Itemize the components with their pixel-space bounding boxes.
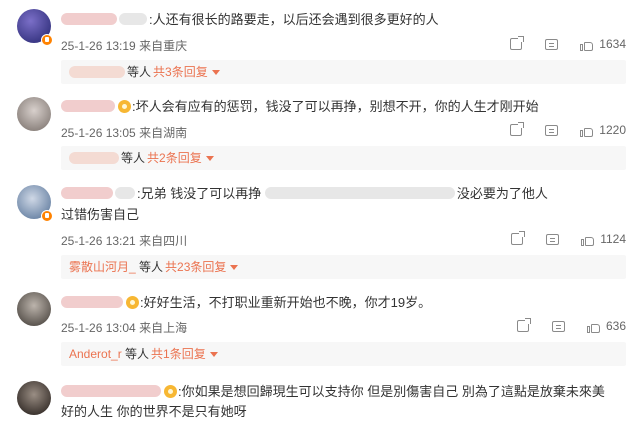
comment-actions: 1220 [510, 121, 626, 139]
reply-count-link[interactable]: 共2条回复 [147, 151, 202, 165]
username-redacted[interactable] [61, 13, 117, 25]
like-icon [586, 320, 600, 333]
reply-count-link[interactable]: 共23条回复 [165, 260, 226, 274]
reply-button[interactable] [546, 233, 560, 245]
reply-suffix: 等人 [121, 151, 146, 165]
like-icon [580, 38, 594, 51]
reply-suffix: 等人 [127, 65, 152, 79]
redacted-text [264, 187, 455, 199]
like-icon [581, 233, 595, 246]
comment-content-line2: 好的人生 你的世界不是只有她呀 [61, 404, 247, 419]
comment-text: :你如果是想回歸現生可以支持你 但是別傷害自己 別為了這點是放棄未來美 [61, 382, 605, 401]
like-button[interactable]: 636 [586, 319, 626, 333]
reply-count-link[interactable]: 共1条回复 [151, 347, 206, 361]
verified-badge-icon [41, 34, 53, 46]
reply-usernames[interactable]: Anderot_r [69, 347, 122, 361]
share-button[interactable] [510, 122, 525, 136]
share-button[interactable] [510, 36, 525, 50]
reply-summary[interactable]: 等人 共2条回复 [61, 146, 626, 170]
comment-meta: 25-1-26 13:19 来自重庆 [61, 37, 187, 54]
like-count: 1220 [599, 123, 626, 137]
reply-button[interactable] [545, 124, 559, 136]
comment-content-tail: 没必要为了他人 [456, 186, 548, 201]
comment-text: :人还有很长的路要走，以后还会遇到很多更好的人 [61, 10, 439, 29]
comment-feed: :人还有很长的路要走，以后还会遇到很多更好的人 25-1-26 13:19 来自… [0, 0, 643, 424]
verified-badge-icon [41, 210, 53, 222]
avatar[interactable] [17, 292, 51, 326]
caret-down-icon [209, 352, 218, 357]
share-icon [516, 318, 531, 332]
comment-meta: 25-1-26 13:21 来自四川 [61, 232, 187, 249]
comment-location: 来自上海 [139, 321, 188, 335]
comment-content: :兄弟 钱没了可以再挣 [137, 186, 265, 201]
username-redacted[interactable] [61, 385, 161, 397]
comment-actions: 1634 [510, 35, 626, 53]
reply-suffix: 等人 [135, 260, 164, 274]
like-button[interactable]: 1124 [581, 232, 626, 246]
comment-location: 来自重庆 [139, 39, 188, 53]
reply-usernames[interactable] [69, 152, 119, 164]
reply-button[interactable] [551, 320, 565, 332]
comment-location: 来自湖南 [139, 126, 188, 140]
comment-content-line2: 过错伤害自己 [61, 207, 140, 222]
reply-summary[interactable]: Anderot_r 等人 共1条回复 [61, 342, 626, 366]
emoji-icon [118, 100, 131, 113]
username-redacted [119, 13, 147, 25]
comment-text: :兄弟 钱没了可以再挣 没必要为了他人 [61, 184, 548, 203]
comment-location: 来自四川 [139, 234, 188, 248]
comment-icon [546, 233, 560, 245]
comment-time: 25-1-26 13:04 [61, 321, 136, 335]
comment-actions: 1124 [511, 230, 626, 248]
share-button[interactable] [511, 231, 526, 245]
like-count: 1634 [599, 37, 626, 51]
share-icon [510, 36, 525, 50]
comment-text: :好好生活，不打职业重新开始也不晚，你才19岁。 [61, 293, 431, 312]
like-icon [580, 124, 594, 137]
like-button[interactable]: 1220 [580, 123, 626, 137]
share-icon [511, 231, 526, 245]
emoji-icon [126, 296, 139, 309]
reply-suffix: 等人 [121, 347, 150, 361]
emoji-icon [164, 385, 177, 398]
comment-content: :你如果是想回歸現生可以支持你 但是別傷害自己 別為了這點是放棄未來美 [178, 384, 605, 399]
comment-content: :人还有很长的路要走，以后还会遇到很多更好的人 [149, 12, 439, 27]
comment-icon [545, 124, 559, 136]
like-count: 1124 [600, 232, 626, 246]
comment-text: :坏人会有应有的惩罚，钱没了可以再挣，别想不开，你的人生才刚开始 [61, 97, 539, 116]
comment-time: 25-1-26 13:05 [61, 126, 136, 140]
username-redacted [115, 187, 135, 199]
username-redacted[interactable] [61, 100, 115, 112]
comment-icon [545, 38, 559, 50]
like-count: 636 [605, 319, 626, 333]
avatar[interactable] [17, 381, 51, 415]
reply-count-link[interactable]: 共3条回复 [153, 65, 208, 79]
reply-summary[interactable]: 雾散山河月_ 等人 共23条回复 [61, 255, 626, 279]
comment-actions: 636 [516, 317, 626, 335]
comment-icon [551, 320, 565, 332]
username-redacted[interactable] [61, 187, 113, 199]
caret-down-icon [230, 265, 239, 270]
reply-usernames[interactable]: 雾散山河月_ [69, 260, 136, 274]
reply-usernames[interactable] [69, 66, 125, 78]
comment-meta: 25-1-26 13:04 来自上海 [61, 319, 187, 336]
like-button[interactable]: 1634 [580, 37, 626, 51]
comment-meta: 25-1-26 13:05 来自湖南 [61, 124, 187, 141]
comment-content: :好好生活，不打职业重新开始也不晚，你才19岁。 [140, 295, 432, 310]
comment-time: 25-1-26 13:19 [61, 39, 136, 53]
comment-content: :坏人会有应有的惩罚，钱没了可以再挣，别想不开，你的人生才刚开始 [132, 99, 539, 114]
avatar[interactable] [17, 97, 51, 131]
comment-time: 25-1-26 13:21 [61, 234, 136, 248]
share-button[interactable] [516, 318, 531, 332]
share-icon [510, 122, 525, 136]
reply-summary[interactable]: 等人 共3条回复 [61, 60, 626, 84]
caret-down-icon [211, 70, 220, 75]
caret-down-icon [205, 156, 214, 161]
username-redacted[interactable] [61, 296, 123, 308]
reply-button[interactable] [545, 38, 559, 50]
